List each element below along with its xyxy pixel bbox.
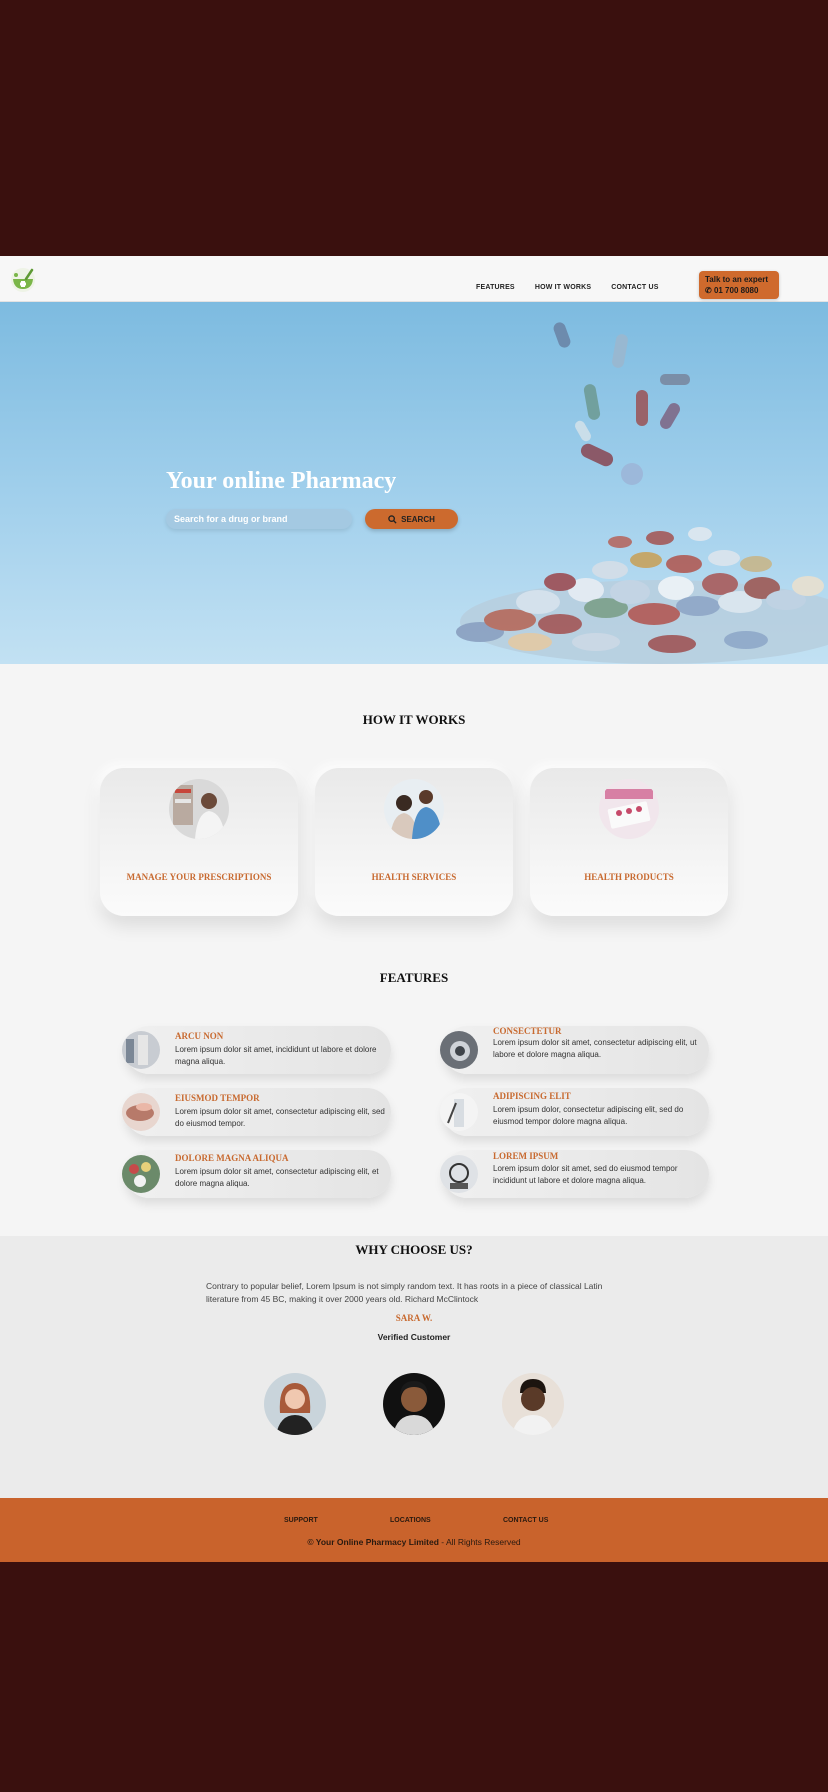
feature-title: DOLORE MAGNA ALIQUA (175, 1153, 289, 1163)
expert-label: Talk to an expert (705, 275, 768, 284)
feature-text: Lorem ipsum dolor sit amet, incididunt u… (175, 1045, 377, 1066)
footer-link-contact-us[interactable]: CONTACT US (503, 1517, 548, 1524)
expert-phone-number: 01 700 8080 (713, 286, 759, 295)
feature-title: ADIPISCING ELIT (493, 1091, 571, 1101)
feature-text: Lorem ipsum dolor sit amet, consectetur … (175, 1107, 385, 1128)
nav-link-how-it-works[interactable]: HOW IT WORKS (535, 284, 591, 291)
feature-text: Lorem ipsum dolor sit amet, sed do eiusm… (493, 1164, 678, 1185)
mortar-pestle-icon[interactable] (8, 267, 38, 293)
how-it-works-title: HOW IT WORKS (362, 712, 466, 727)
feature-title: CONSECTETUR (493, 1026, 562, 1036)
copyright-brand: © Your Online Pharmacy Limited (307, 1537, 439, 1547)
avatar[interactable] (502, 1373, 564, 1435)
card-label: MANAGE YOUR PRESCRIPTIONS (126, 872, 272, 882)
feature-item: ARCU NON Lorem ipsum dolor sit amet, inc… (122, 1026, 391, 1074)
nav-link-features[interactable]: FEATURES (476, 284, 515, 291)
health-products-photo (599, 779, 659, 839)
why-choose-us-section: WHY CHOOSE US? Contrary to popular belie… (0, 1236, 828, 1498)
testimonial-role: Verified Customer (377, 1332, 451, 1342)
doctor-patient-photo (384, 779, 444, 839)
feature-item: DOLORE MAGNA ALIQUA Lorem ipsum dolor si… (122, 1150, 391, 1198)
nav-links: FEATURES HOW IT WORKS CONTACT US (476, 284, 659, 291)
talk-to-expert-button[interactable]: Talk to an expert ✆ 01 700 8080 (699, 271, 779, 299)
phone-icon: ✆ (705, 286, 712, 295)
feature-text: Lorem ipsum dolor sit amet, consectetur … (175, 1167, 379, 1188)
avatar[interactable] (383, 1373, 445, 1435)
search-button-label: SEARCH (401, 514, 435, 524)
card-label: HEALTH SERVICES (371, 872, 457, 882)
feature-photo (440, 1155, 478, 1193)
footer: SUPPORT LOCATIONS CONTACT US © Your Onli… (0, 1498, 828, 1562)
card-health-services[interactable]: HEALTH SERVICES (315, 768, 513, 916)
feature-photo (122, 1155, 160, 1193)
footer-link-support[interactable]: SUPPORT (284, 1517, 318, 1524)
card-manage-prescriptions[interactable]: MANAGE YOUR PRESCRIPTIONS (100, 768, 298, 916)
search-button[interactable]: SEARCH (365, 509, 458, 529)
copyright: © Your Online Pharmacy Limited - All Rig… (0, 1537, 828, 1547)
feature-photo (122, 1031, 160, 1069)
why-choose-us-title: WHY CHOOSE US? (355, 1242, 473, 1257)
hero-title: Your online Pharmacy (166, 468, 397, 494)
feature-photo (122, 1093, 160, 1131)
search-icon (388, 514, 397, 524)
testimonial-text: Contrary to popular belief, Lorem Ipsum … (206, 1281, 603, 1304)
feature-photo (440, 1093, 478, 1131)
feature-title: LOREM IPSUM (493, 1151, 559, 1161)
testimonial-name: SARA W. (395, 1313, 433, 1323)
card-health-products[interactable]: HEALTH PRODUCTS (530, 768, 728, 916)
page: FEATURES HOW IT WORKS CONTACT US Talk to… (0, 256, 828, 1562)
nav-link-contact-us[interactable]: CONTACT US (611, 284, 658, 291)
card-label: HEALTH PRODUCTS (584, 872, 674, 882)
pharmacist-photo (169, 779, 229, 839)
drug-search-input[interactable] (166, 509, 352, 529)
avatar[interactable] (264, 1373, 326, 1435)
feature-item: ADIPISCING ELIT Lorem ipsum dolor, conse… (440, 1088, 709, 1136)
expert-phone: ✆ 01 700 8080 (705, 285, 773, 296)
copyright-rest: - All Rights Reserved (438, 1537, 521, 1547)
feature-title: EIUSMOD TEMPOR (175, 1093, 260, 1103)
navbar: FEATURES HOW IT WORKS CONTACT US Talk to… (0, 256, 828, 302)
feature-text: Lorem ipsum dolor, consectetur adipiscin… (493, 1105, 684, 1126)
feature-text: Lorem ipsum dolor sit amet, consectetur … (493, 1038, 697, 1059)
feature-item: EIUSMOD TEMPOR Lorem ipsum dolor sit ame… (122, 1088, 391, 1136)
feature-item: LOREM IPSUM Lorem ipsum dolor sit amet, … (440, 1150, 709, 1198)
feature-item: CONSECTETUR Lorem ipsum dolor sit amet, … (440, 1026, 709, 1074)
feature-photo (440, 1031, 478, 1069)
hero-banner: Your online Pharmacy SEARCH (0, 302, 828, 664)
pills-illustration (456, 322, 828, 664)
features-title: FEATURES (379, 970, 449, 985)
footer-link-locations[interactable]: LOCATIONS (390, 1517, 431, 1524)
feature-title: ARCU NON (175, 1031, 224, 1041)
